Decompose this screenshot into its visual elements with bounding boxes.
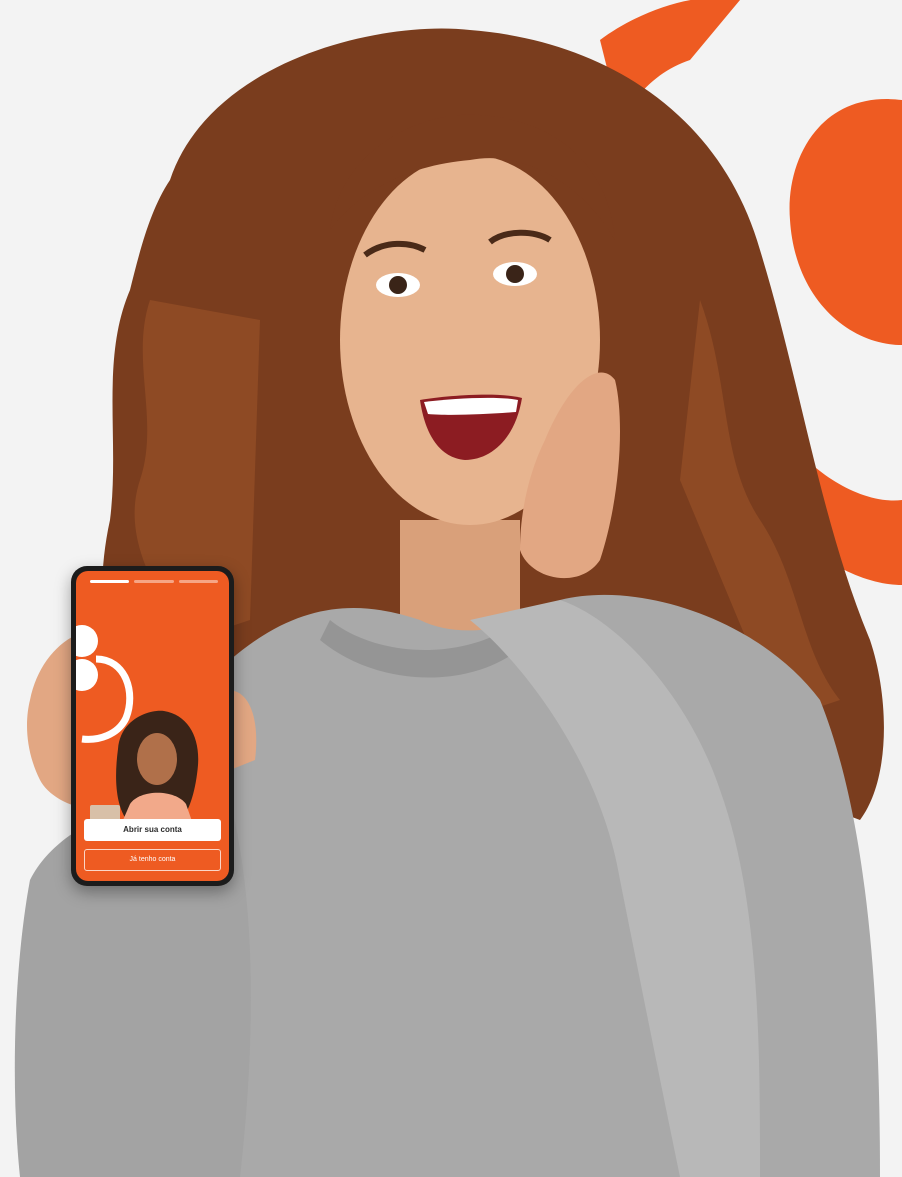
- woman-photo: [90, 710, 199, 827]
- progress-segment: [178, 580, 218, 583]
- onboarding-progress: [90, 580, 218, 583]
- progress-segment-active: [90, 580, 130, 583]
- phone-mockup: Abrir sua conta Já tenho conta: [71, 566, 234, 886]
- have-account-button[interactable]: Já tenho conta: [84, 849, 221, 871]
- phone-screen: Abrir sua conta Já tenho conta: [76, 571, 229, 881]
- progress-segment: [134, 580, 174, 583]
- hero-image: Abrir sua conta Já tenho conta: [0, 0, 902, 1177]
- open-account-button[interactable]: Abrir sua conta: [84, 819, 221, 841]
